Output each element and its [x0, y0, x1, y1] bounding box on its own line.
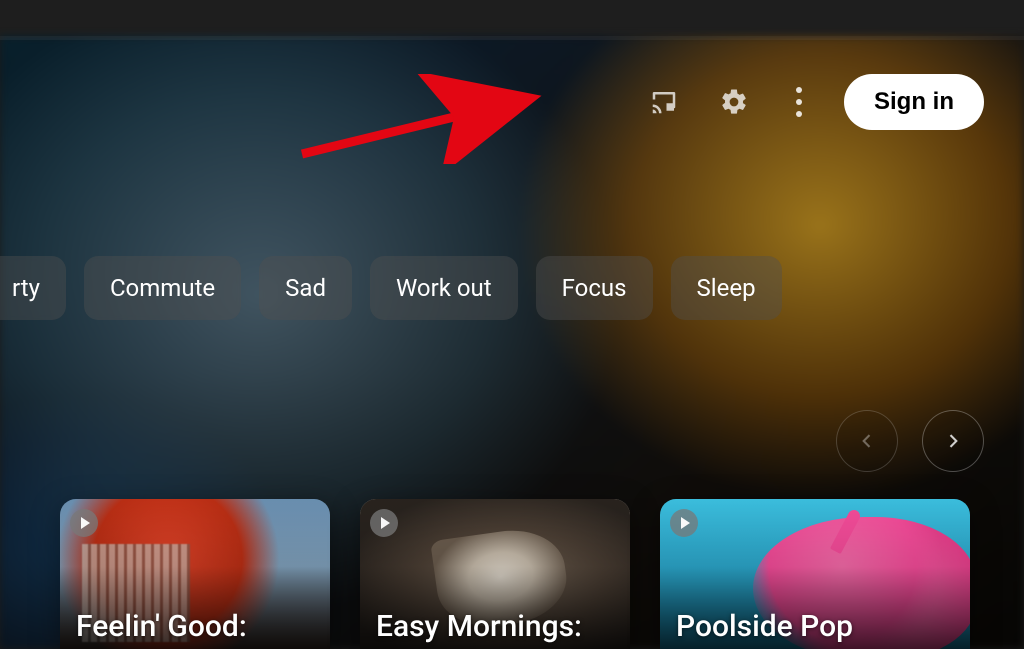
play-icon — [670, 509, 698, 537]
settings-gear-icon[interactable] — [714, 82, 754, 122]
more-options-icon[interactable] — [784, 82, 814, 122]
playlist-card[interactable]: Easy Mornings: — [360, 499, 630, 649]
carousel-nav — [836, 410, 984, 472]
playlist-card-row: Feelin' Good: Easy Mornings: Poolside Po… — [60, 499, 970, 649]
playlist-title: Feelin' Good: — [76, 610, 318, 643]
chevron-left-icon — [857, 431, 877, 451]
chevron-right-icon — [943, 431, 963, 451]
mood-chip-sleep[interactable]: Sleep — [671, 256, 782, 320]
mood-chip-commute[interactable]: Commute — [84, 256, 241, 320]
mood-chip-sad[interactable]: Sad — [259, 256, 352, 320]
mood-chip-workout[interactable]: Work out — [370, 256, 518, 320]
cast-devices-icon[interactable] — [644, 82, 684, 122]
playlist-title: Poolside Pop — [676, 610, 958, 643]
playlist-title: Easy Mornings: — [376, 610, 618, 643]
header-actions: Sign in — [644, 74, 984, 130]
carousel-next-button[interactable] — [922, 410, 984, 472]
playlist-card[interactable]: Feelin' Good: — [60, 499, 330, 649]
play-icon — [70, 509, 98, 537]
mood-chip-partial[interactable]: rty — [0, 256, 66, 320]
mood-chip-row: rty Commute Sad Work out Focus Sleep — [0, 256, 782, 320]
play-icon — [370, 509, 398, 537]
carousel-prev-button[interactable] — [836, 410, 898, 472]
sign-in-button[interactable]: Sign in — [844, 74, 984, 130]
mood-chip-focus[interactable]: Focus — [536, 256, 653, 320]
window-chrome-bar — [0, 0, 1024, 36]
playlist-card[interactable]: Poolside Pop — [660, 499, 970, 649]
